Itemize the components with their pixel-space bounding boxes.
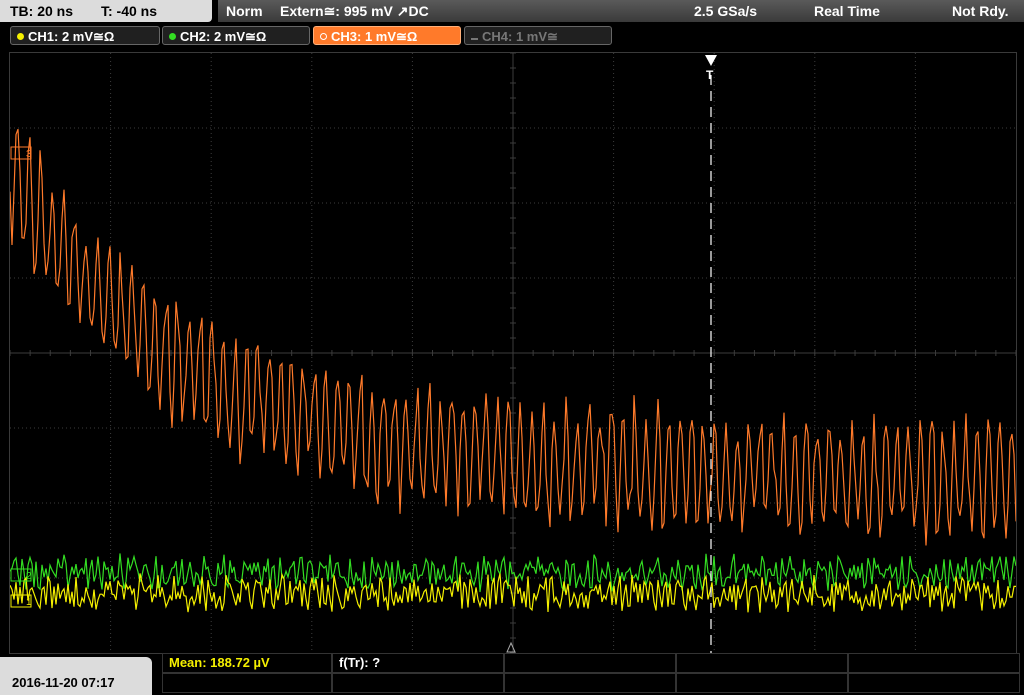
ch3-label: CH3: 1 mV≅Ω <box>331 29 418 44</box>
sample-rate-label: 2.5 GSa/s <box>694 3 758 19</box>
measurement-slot-5[interactable] <box>848 653 1020 673</box>
channel-tab-ch1[interactable]: CH1: 2 mV≅Ω <box>10 26 160 45</box>
acquisition-mode-label: Real Time <box>814 3 880 19</box>
circle-icon <box>17 33 24 40</box>
measurement-slot-7[interactable] <box>332 673 504 693</box>
dash-icon <box>471 38 478 40</box>
trigger-marker-label: T <box>706 68 714 82</box>
ch3-level-marker[interactable]: 3 <box>10 146 32 160</box>
measurement-slot-8[interactable] <box>504 673 676 693</box>
trigger-source-label: Extern≅: 995 mV ↗DC <box>280 3 429 19</box>
frequency-measurement[interactable]: f(Tr): ? <box>332 653 504 673</box>
measurement-slot-3[interactable] <box>504 653 676 673</box>
ch1-label: CH1: 2 mV≅Ω <box>28 29 115 44</box>
waveform-display[interactable]: T 3 2 1 <box>9 52 1017 654</box>
channel-tabs: CH1: 2 mV≅Ω CH2: 2 mV≅Ω CH3: 1 mV≅Ω CH4:… <box>0 26 1024 48</box>
channel-tab-ch4[interactable]: CH4: 1 mV≅ <box>464 26 612 45</box>
trigger-mode-label: Norm <box>226 3 263 19</box>
measurement-slot-4[interactable] <box>676 653 848 673</box>
datetime-label: 2016-11-20 07:17 <box>12 675 115 690</box>
mean-measurement[interactable]: Mean: 188.72 µV <box>162 653 332 673</box>
circle-icon <box>169 33 176 40</box>
ch2-level-text: 2 <box>26 571 32 582</box>
ch2-label: CH2: 2 mV≅Ω <box>180 29 267 44</box>
ground-triangle-icon <box>506 641 516 653</box>
run-status-label: Not Rdy. <box>952 3 1009 19</box>
acquisition-status-panel[interactable]: Norm Extern≅: 995 mV ↗DC 2.5 GSa/s Real … <box>218 0 1024 22</box>
measurement-slot-6[interactable] <box>162 673 332 693</box>
circle-icon <box>320 33 327 40</box>
channel-tab-ch3[interactable]: CH3: 1 mV≅Ω <box>313 26 461 45</box>
datetime-panel: 2016-11-20 07:17 <box>0 657 152 695</box>
measurement-slot-10[interactable] <box>848 673 1020 693</box>
graticule <box>10 53 1016 653</box>
measurement-panel[interactable]: Mean: 188.72 µV f(Tr): ? <box>162 653 1024 695</box>
trigger-time-label: T: -40 ns <box>101 3 158 19</box>
channel-tab-ch2[interactable]: CH2: 2 mV≅Ω <box>162 26 310 45</box>
timebase-panel[interactable]: TB: 20 ns T: -40 ns <box>0 0 212 22</box>
timebase-label: TB: 20 ns <box>10 3 74 19</box>
waveform-plot: T 3 2 1 <box>10 53 1016 653</box>
ch3-level-text: 3 <box>26 149 32 160</box>
top-status-bar: TB: 20 ns T: -40 ns Norm Extern≅: 995 mV… <box>0 0 1024 24</box>
trigger-arrow-icon[interactable] <box>705 55 717 66</box>
bottom-bar: 2016-11-20 07:17 Mean: 188.72 µV f(Tr): … <box>0 653 1024 695</box>
measurement-slot-9[interactable] <box>676 673 848 693</box>
ch4-label: CH4: 1 mV≅ <box>482 29 558 44</box>
ch1-level-text: 1 <box>26 597 32 608</box>
